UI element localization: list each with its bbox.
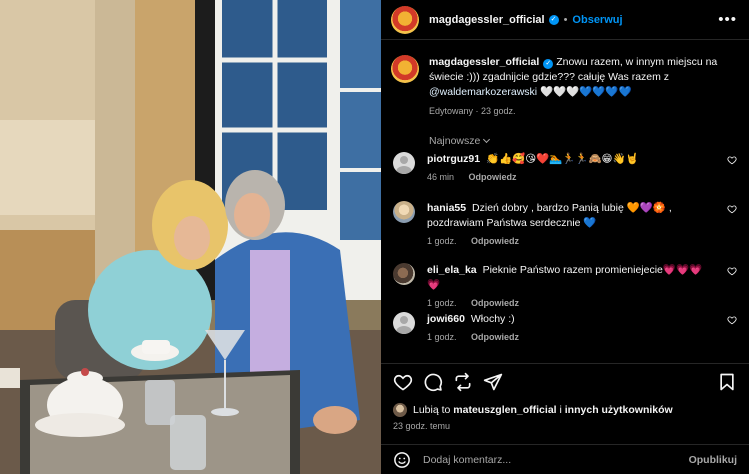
follow-button[interactable]: Obserwuj <box>572 14 622 26</box>
comment-time: 1 godz. <box>427 298 457 308</box>
likes-prefix: Lubią to <box>413 404 451 416</box>
comment-meta: 1 godz. Odpowiedz <box>427 234 712 249</box>
comment-item: piotrguz91 👏👍🥰😘❤️🏊🏃🏃🙈😁👋🤘 46 min Odpowied… <box>393 152 737 185</box>
author-avatar[interactable] <box>391 5 419 34</box>
post-actions-section: Lubią to mateuszglen_official i innych u… <box>381 363 749 474</box>
reply-button[interactable]: Odpowiedz <box>471 298 519 308</box>
post-header: magdagessler_official ✓ • Obserwuj ••• <box>381 0 749 40</box>
reply-button[interactable]: Odpowiedz <box>469 172 517 182</box>
caption-mention-link[interactable]: @waldemarkozerawski <box>429 86 537 98</box>
post-photo-illustration <box>0 0 381 474</box>
action-icons-row <box>393 372 737 396</box>
comment-text: 👏👍🥰😘❤️🏊🏃🏃🙈😁👋🤘 <box>486 153 639 165</box>
comment-text: Włochy :) <box>470 313 515 325</box>
like-comment-heart-icon[interactable] <box>727 315 737 325</box>
comment-meta: 46 min Odpowiedz <box>427 170 712 185</box>
liker-avatar <box>393 403 407 417</box>
post-side-panel: magdagessler_official ✓ • Obserwuj ••• m… <box>381 0 749 474</box>
comment-sort-dropdown[interactable]: Najnowsze <box>429 135 737 147</box>
publish-button[interactable]: Opublikuj <box>689 454 737 466</box>
comment-body: eli_ela_ka Pieknie Państwo razem promien… <box>427 263 712 311</box>
caption-edited-meta: Edytowany · 23 godz. <box>429 106 516 116</box>
comment-username[interactable]: jowi660 <box>427 313 465 325</box>
reply-button[interactable]: Odpowiedz <box>471 332 519 342</box>
likes-others-link[interactable]: innych użytkowników <box>565 404 673 416</box>
like-comment-heart-icon[interactable] <box>727 266 737 276</box>
comment-avatar[interactable] <box>393 201 415 223</box>
comment-time: 46 min <box>427 172 455 182</box>
emoji-smiley-icon[interactable] <box>393 451 411 469</box>
comment-avatar[interactable] <box>393 152 415 174</box>
likes-conjunction: i <box>559 404 562 416</box>
comment-meta: 1 godz. Odpowiedz <box>427 296 712 311</box>
caption-author-avatar[interactable] <box>391 55 419 83</box>
repost-icon[interactable] <box>453 372 473 392</box>
caption-username[interactable]: magdagessler_official <box>429 56 539 68</box>
instagram-post-view: magdagessler_official ✓ • Obserwuj ••• m… <box>0 0 749 474</box>
reply-button[interactable]: Odpowiedz <box>471 236 519 246</box>
caption-verified-badge-icon: ✓ <box>543 59 554 69</box>
like-heart-icon[interactable] <box>393 372 413 392</box>
comment-username[interactable]: piotrguz91 <box>427 153 480 165</box>
like-comment-heart-icon[interactable] <box>727 204 737 214</box>
comment-avatar[interactable] <box>393 263 415 285</box>
post-caption: magdagessler_official ✓ Znowu razem, w in… <box>391 41 737 119</box>
sort-label: Najnowsze <box>429 135 481 147</box>
separator-dot: • <box>563 13 568 26</box>
comment-meta: 1 godz. Odpowiedz <box>427 330 712 345</box>
comment-bubble-icon[interactable] <box>423 372 443 392</box>
save-bookmark-icon[interactable] <box>717 372 737 392</box>
comment-item: eli_ela_ka Pieknie Państwo razem promien… <box>393 263 737 311</box>
comment-item: hania55 Dzień dobry , bardzo Panią lubię… <box>393 201 737 249</box>
caption-emoji: 🤍🤍🤍💙💙💙💙 <box>540 86 632 98</box>
comment-time: 1 godz. <box>427 332 457 342</box>
verified-badge-icon: ✓ <box>548 14 559 25</box>
likes-summary[interactable]: Lubią to mateuszglen_official i innych u… <box>393 403 673 417</box>
comment-item: jowi660 Włochy :) 1 godz. Odpowiedz <box>393 312 737 345</box>
add-comment-input[interactable] <box>423 454 673 466</box>
comment-body: jowi660 Włochy :) 1 godz. Odpowiedz <box>427 312 712 345</box>
comment-avatar[interactable] <box>393 312 415 334</box>
post-timestamp: 23 godz. temu <box>393 421 451 431</box>
liker-username[interactable]: mateuszglen_official <box>453 404 556 416</box>
add-comment-bar: Opublikuj <box>381 444 749 474</box>
chevron-down-icon <box>483 135 491 144</box>
share-send-icon[interactable] <box>483 372 503 392</box>
like-comment-heart-icon[interactable] <box>727 155 737 165</box>
comment-body: piotrguz91 👏👍🥰😘❤️🏊🏃🏃🙈😁👋🤘 46 min Odpowied… <box>427 152 712 185</box>
comment-time: 1 godz. <box>427 236 457 246</box>
post-photo[interactable] <box>0 0 381 474</box>
caption-body: magdagessler_official ✓ Znowu razem, w in… <box>429 55 737 119</box>
comment-username[interactable]: hania55 <box>427 202 466 214</box>
comment-body: hania55 Dzień dobry , bardzo Panią lubię… <box>427 201 712 249</box>
more-options-icon[interactable]: ••• <box>718 11 737 28</box>
author-username[interactable]: magdagessler_official <box>429 14 545 26</box>
comment-username[interactable]: eli_ela_ka <box>427 264 477 276</box>
